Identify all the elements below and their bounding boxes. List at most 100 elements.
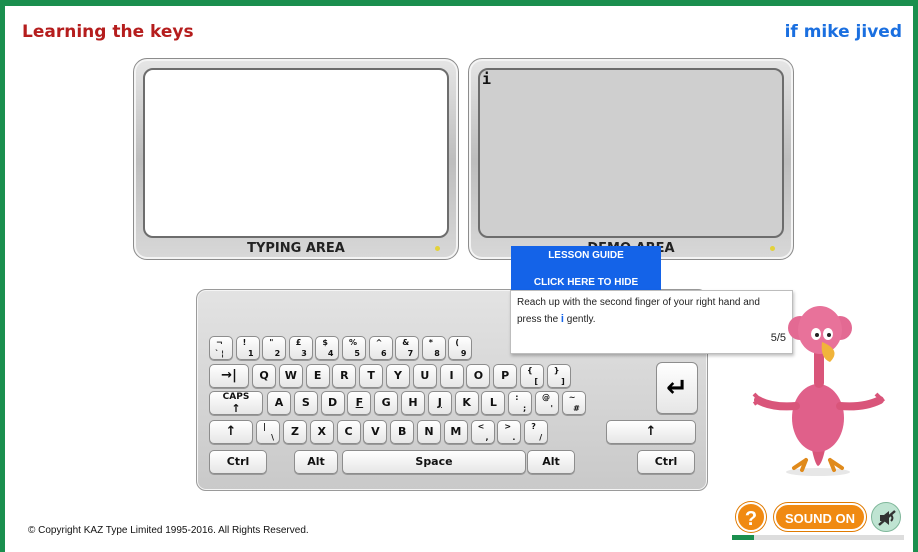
key-num-2[interactable]: " 2 xyxy=(262,336,287,360)
key-punct-b-0-shift-label: < xyxy=(477,422,485,431)
key-bracket-1-base-label: ] xyxy=(561,377,565,386)
key-ctrl-left[interactable]: Ctrl xyxy=(209,450,267,474)
key-punct-1[interactable]: @ ' xyxy=(535,391,559,415)
key-shift-left[interactable]: ↑ xyxy=(209,420,253,444)
key-n[interactable]: N xyxy=(417,420,441,444)
key-alt-left-label: Alt xyxy=(307,455,325,468)
key-o[interactable]: O xyxy=(466,364,491,388)
key-g-label: G xyxy=(381,396,391,409)
key-punct-b-1[interactable]: >. xyxy=(497,420,522,444)
key-num-9[interactable]: (9 xyxy=(448,336,473,360)
key-punct-2[interactable]: ~ # xyxy=(561,391,586,415)
key-a-label: A xyxy=(274,396,284,409)
key-space-label: Space xyxy=(415,455,453,468)
key-num-5[interactable]: % 5 xyxy=(342,336,366,360)
key-f[interactable]: F xyxy=(347,391,372,415)
key-num-4[interactable]: $4 xyxy=(315,336,340,360)
key-u[interactable]: U xyxy=(412,364,437,388)
key-s[interactable]: S xyxy=(293,391,318,415)
key-i[interactable]: I xyxy=(439,364,464,388)
typing-area-led xyxy=(435,246,440,251)
key-h-label: H xyxy=(408,396,418,409)
key-z[interactable]: Z xyxy=(283,420,307,444)
key-num-7[interactable]: & 7 xyxy=(395,336,420,360)
lesson-progress-bar xyxy=(732,535,904,540)
key-num-8[interactable]: * 8 xyxy=(421,336,446,360)
lesson-guide-header[interactable]: LESSON GUIDE CLICK HERE TO HIDE xyxy=(511,246,661,290)
key-punct-b-0[interactable]: <, xyxy=(470,420,495,444)
key-num-1[interactable]: ! 1 xyxy=(235,336,260,360)
help-button[interactable]: ? xyxy=(736,502,766,532)
typing-area-label: TYPING AREA xyxy=(247,241,345,256)
key-num-0-alt-label: ¦ xyxy=(221,349,224,358)
key-punct-0-shift-label: : xyxy=(515,393,519,402)
key-v[interactable]: V xyxy=(363,420,388,444)
demo-area: i DEMO AREA xyxy=(468,58,794,260)
key-caps[interactable]: CAPS ↑ xyxy=(209,391,263,415)
key-m[interactable]: M xyxy=(443,420,468,444)
key-r[interactable]: R xyxy=(332,364,357,388)
key-k[interactable]: K xyxy=(454,391,479,415)
key-ctrl-right[interactable]: Ctrl xyxy=(637,450,695,474)
key-j[interactable]: J xyxy=(427,391,452,415)
key-punct-2-base-label: # xyxy=(573,404,580,413)
key-punct-b-2-base-label: / xyxy=(539,433,543,442)
key-i-label: I xyxy=(449,369,454,382)
key-c[interactable]: C xyxy=(336,420,361,444)
key-shift-right-label: ↑ xyxy=(645,424,657,439)
key-num-2-shift-label: " xyxy=(269,338,274,347)
key-space[interactable]: Space xyxy=(342,450,526,474)
key-num-3-base-label: 3 xyxy=(301,349,307,358)
typing-area[interactable]: TYPING AREA xyxy=(133,58,459,260)
key-b[interactable]: B xyxy=(390,420,415,444)
key-num-6[interactable]: ^ 6 xyxy=(368,336,393,360)
key-y[interactable]: Y xyxy=(386,364,410,388)
key-tab[interactable]: →| xyxy=(209,364,249,388)
key-g[interactable]: G xyxy=(374,391,399,415)
lesson-guide-panel: Reach up with the second finger of your … xyxy=(510,290,793,354)
key-x[interactable]: X xyxy=(309,420,334,444)
key-h[interactable]: H xyxy=(401,391,425,415)
mute-button[interactable] xyxy=(871,502,901,532)
key-num-8-shift-label: * xyxy=(428,338,433,347)
key-alt-right[interactable]: Alt xyxy=(527,450,575,474)
key-bracket-0[interactable]: {[ xyxy=(520,364,544,388)
key-enter[interactable]: ↵ xyxy=(656,362,698,414)
key-num-3[interactable]: £3 xyxy=(288,336,313,360)
key-bracket-1[interactable]: }] xyxy=(546,364,571,388)
key-o-label: O xyxy=(473,369,484,382)
bird-mascot-icon xyxy=(752,306,886,476)
key-shift-left-label: ↑ xyxy=(225,424,237,439)
key-a[interactable]: A xyxy=(267,391,291,415)
key-num-0[interactable]: ¬ ` ¦ xyxy=(209,336,233,360)
key-e[interactable]: E xyxy=(305,364,330,388)
key-l[interactable]: L xyxy=(481,391,506,415)
key-p[interactable]: P xyxy=(493,364,518,388)
key-num-5-base-label: 5 xyxy=(354,349,360,358)
key-punct-b-2[interactable]: ? / xyxy=(524,420,549,444)
key-num-0-base-label: ` xyxy=(215,349,219,358)
key-q[interactable]: Q xyxy=(252,364,276,388)
key-d[interactable]: D xyxy=(320,391,345,415)
key-shift-right[interactable]: ↑ xyxy=(606,420,696,444)
key-backslash-shift-label: | xyxy=(263,422,266,431)
key-num-4-shift-label: $ xyxy=(322,338,328,347)
key-c-label: C xyxy=(344,425,353,438)
guide-instruction-end: gently. xyxy=(563,314,596,325)
key-p-label: P xyxy=(501,369,510,382)
key-d-label: D xyxy=(328,396,338,409)
key-punct-b-0-base-label: , xyxy=(485,433,489,442)
key-w[interactable]: W xyxy=(278,364,303,388)
key-num-4-base-label: 4 xyxy=(327,349,334,358)
hide-guide-button[interactable]: CLICK HERE TO HIDE xyxy=(511,277,661,288)
key-num-3-shift-label: £ xyxy=(295,338,302,347)
key-punct-0[interactable]: :; xyxy=(508,391,533,415)
sound-toggle-button[interactable]: SOUND ON xyxy=(774,503,866,531)
key-l-label: L xyxy=(489,396,497,409)
key-t[interactable]: T xyxy=(359,364,384,388)
typing-screen[interactable] xyxy=(143,68,449,238)
enter-arrow-icon: ↵ xyxy=(666,373,688,403)
key-backslash[interactable]: | \ xyxy=(256,420,280,444)
key-punct-b-1-base-label: . xyxy=(512,433,516,442)
key-alt-left[interactable]: Alt xyxy=(294,450,338,474)
